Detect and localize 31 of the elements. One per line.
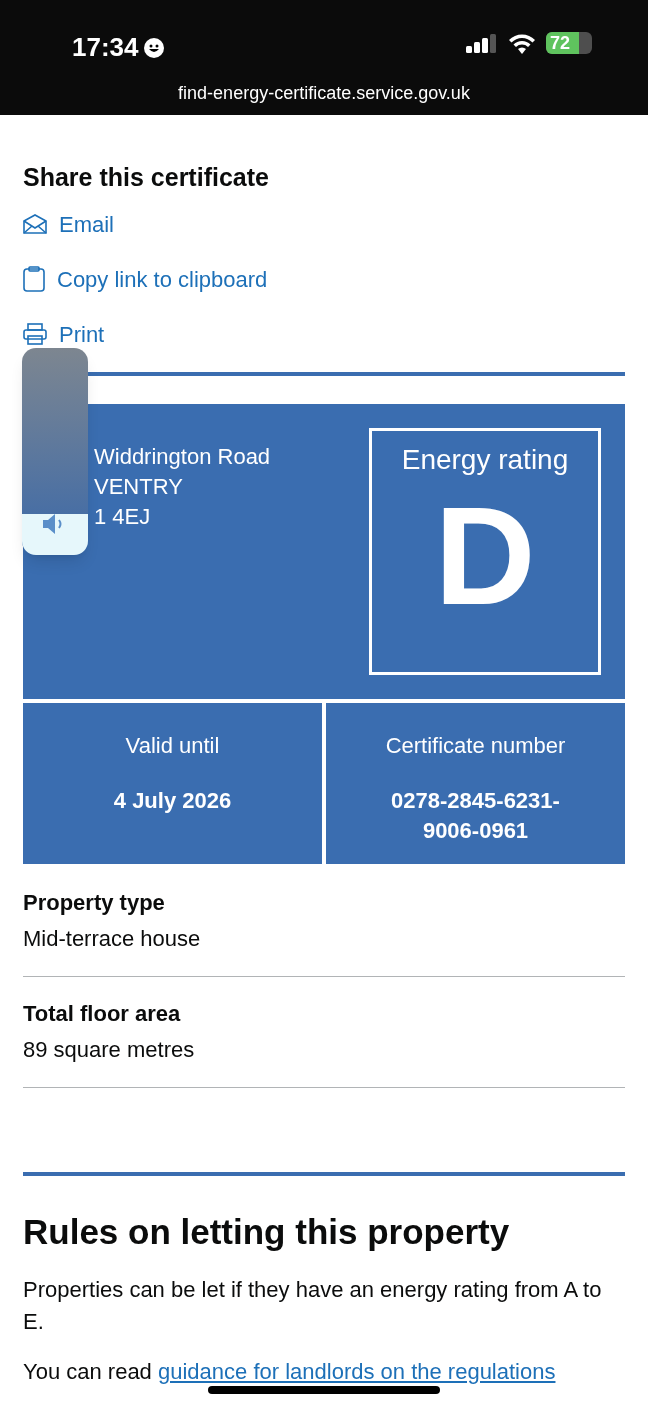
card-value: 4 July 2026 [112,787,233,815]
card-label: Certificate number [385,732,566,760]
share-link[interactable]: Email [59,207,114,241]
clipboard-icon [23,266,45,292]
volume-slider[interactable] [22,348,88,555]
detail-value: Mid-terrace house [23,925,202,953]
guidance-link[interactable]: guidance for landlords on the regulations [157,1359,556,1384]
rating-label: Energy rating [401,443,569,477]
share-link[interactable]: Copy link to clipboard [57,262,268,296]
wifi-icon [508,32,536,54]
signal-icon [466,33,498,53]
section-heading: Rules on letting this property [23,1211,511,1253]
address-line: Widdrington Road [94,443,271,471]
printer-icon [23,323,47,345]
detail-label: Property type [23,889,166,917]
url-text: find-energy-certificate.service.gov.uk [177,82,471,105]
section-heading: Share this certificate [23,162,270,192]
smiley-icon [142,36,165,59]
body-paragraph: Properties can be let if they have an energy rating from A to E. [23,1276,603,1336]
address-line: VENTRY [94,473,184,501]
rating-letter: D [434,481,536,631]
detail-value: 89 square metres [23,1036,196,1064]
card-label: Valid until [125,732,220,760]
envelope-icon [23,214,47,234]
body-paragraph: You can read guidance for landlords on the regulations [23,1358,557,1386]
detail-label: Total floor area [23,1000,182,1028]
card-value: 0278-2845-6231-9006-0961 [390,787,561,845]
clock-time: 17:34 [72,31,139,64]
battery-percentage: 72 [549,34,571,52]
address-line: 1 4EJ [94,503,152,531]
share-link[interactable]: Print [59,317,105,351]
